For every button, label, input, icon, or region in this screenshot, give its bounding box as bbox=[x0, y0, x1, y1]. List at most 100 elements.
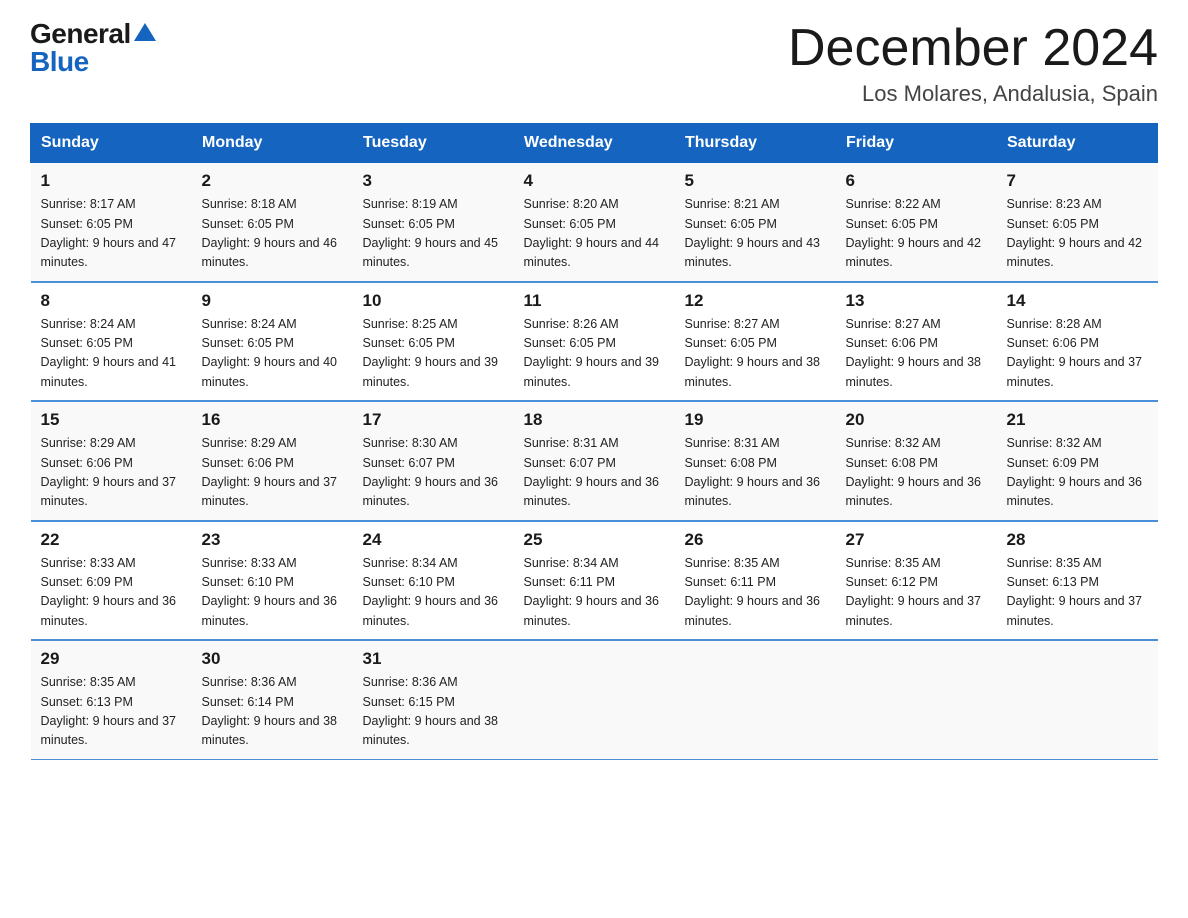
table-row: 23 Sunrise: 8:33 AM Sunset: 6:10 PM Dayl… bbox=[192, 521, 353, 641]
page-header: General Blue December 2024 Los Molares, … bbox=[30, 20, 1158, 107]
calendar-week-row: 1 Sunrise: 8:17 AM Sunset: 6:05 PM Dayli… bbox=[31, 163, 1158, 282]
day-info: Sunrise: 8:18 AM Sunset: 6:05 PM Dayligh… bbox=[202, 195, 343, 273]
day-number: 5 bbox=[685, 171, 826, 191]
table-row: 5 Sunrise: 8:21 AM Sunset: 6:05 PM Dayli… bbox=[675, 163, 836, 282]
table-row: 7 Sunrise: 8:23 AM Sunset: 6:05 PM Dayli… bbox=[997, 163, 1158, 282]
day-info: Sunrise: 8:30 AM Sunset: 6:07 PM Dayligh… bbox=[363, 434, 504, 512]
table-row: 10 Sunrise: 8:25 AM Sunset: 6:05 PM Dayl… bbox=[353, 282, 514, 402]
table-row: 18 Sunrise: 8:31 AM Sunset: 6:07 PM Dayl… bbox=[514, 401, 675, 521]
table-row: 19 Sunrise: 8:31 AM Sunset: 6:08 PM Dayl… bbox=[675, 401, 836, 521]
day-info: Sunrise: 8:31 AM Sunset: 6:08 PM Dayligh… bbox=[685, 434, 826, 512]
header-tuesday: Tuesday bbox=[353, 124, 514, 163]
title-block: December 2024 Los Molares, Andalusia, Sp… bbox=[788, 20, 1158, 107]
day-number: 22 bbox=[41, 530, 182, 550]
table-row bbox=[675, 640, 836, 759]
day-number: 4 bbox=[524, 171, 665, 191]
table-row: 16 Sunrise: 8:29 AM Sunset: 6:06 PM Dayl… bbox=[192, 401, 353, 521]
day-number: 1 bbox=[41, 171, 182, 191]
header-monday: Monday bbox=[192, 124, 353, 163]
day-info: Sunrise: 8:29 AM Sunset: 6:06 PM Dayligh… bbox=[41, 434, 182, 512]
table-row: 29 Sunrise: 8:35 AM Sunset: 6:13 PM Dayl… bbox=[31, 640, 192, 759]
day-number: 19 bbox=[685, 410, 826, 430]
day-info: Sunrise: 8:33 AM Sunset: 6:10 PM Dayligh… bbox=[202, 554, 343, 632]
location-title: Los Molares, Andalusia, Spain bbox=[788, 81, 1158, 107]
table-row bbox=[514, 640, 675, 759]
day-number: 14 bbox=[1007, 291, 1148, 311]
table-row: 9 Sunrise: 8:24 AM Sunset: 6:05 PM Dayli… bbox=[192, 282, 353, 402]
table-row: 12 Sunrise: 8:27 AM Sunset: 6:05 PM Dayl… bbox=[675, 282, 836, 402]
day-info: Sunrise: 8:24 AM Sunset: 6:05 PM Dayligh… bbox=[41, 315, 182, 393]
table-row: 20 Sunrise: 8:32 AM Sunset: 6:08 PM Dayl… bbox=[836, 401, 997, 521]
day-number: 2 bbox=[202, 171, 343, 191]
day-info: Sunrise: 8:27 AM Sunset: 6:06 PM Dayligh… bbox=[846, 315, 987, 393]
header-friday: Friday bbox=[836, 124, 997, 163]
day-number: 21 bbox=[1007, 410, 1148, 430]
calendar-header: Sunday Monday Tuesday Wednesday Thursday… bbox=[31, 124, 1158, 163]
table-row: 2 Sunrise: 8:18 AM Sunset: 6:05 PM Dayli… bbox=[192, 163, 353, 282]
logo-blue-text: Blue bbox=[30, 46, 89, 77]
day-number: 8 bbox=[41, 291, 182, 311]
day-info: Sunrise: 8:26 AM Sunset: 6:05 PM Dayligh… bbox=[524, 315, 665, 393]
day-info: Sunrise: 8:33 AM Sunset: 6:09 PM Dayligh… bbox=[41, 554, 182, 632]
day-info: Sunrise: 8:24 AM Sunset: 6:05 PM Dayligh… bbox=[202, 315, 343, 393]
day-number: 30 bbox=[202, 649, 343, 669]
day-info: Sunrise: 8:17 AM Sunset: 6:05 PM Dayligh… bbox=[41, 195, 182, 273]
day-number: 27 bbox=[846, 530, 987, 550]
header-wednesday: Wednesday bbox=[514, 124, 675, 163]
day-number: 15 bbox=[41, 410, 182, 430]
day-info: Sunrise: 8:22 AM Sunset: 6:05 PM Dayligh… bbox=[846, 195, 987, 273]
day-number: 12 bbox=[685, 291, 826, 311]
day-number: 20 bbox=[846, 410, 987, 430]
table-row: 6 Sunrise: 8:22 AM Sunset: 6:05 PM Dayli… bbox=[836, 163, 997, 282]
day-number: 28 bbox=[1007, 530, 1148, 550]
table-row: 22 Sunrise: 8:33 AM Sunset: 6:09 PM Dayl… bbox=[31, 521, 192, 641]
calendar-week-row: 22 Sunrise: 8:33 AM Sunset: 6:09 PM Dayl… bbox=[31, 521, 1158, 641]
day-number: 25 bbox=[524, 530, 665, 550]
day-info: Sunrise: 8:32 AM Sunset: 6:09 PM Dayligh… bbox=[1007, 434, 1148, 512]
calendar-body: 1 Sunrise: 8:17 AM Sunset: 6:05 PM Dayli… bbox=[31, 163, 1158, 760]
calendar-week-row: 8 Sunrise: 8:24 AM Sunset: 6:05 PM Dayli… bbox=[31, 282, 1158, 402]
day-number: 6 bbox=[846, 171, 987, 191]
table-row: 13 Sunrise: 8:27 AM Sunset: 6:06 PM Dayl… bbox=[836, 282, 997, 402]
table-row: 26 Sunrise: 8:35 AM Sunset: 6:11 PM Dayl… bbox=[675, 521, 836, 641]
month-title: December 2024 bbox=[788, 20, 1158, 77]
day-info: Sunrise: 8:36 AM Sunset: 6:14 PM Dayligh… bbox=[202, 673, 343, 751]
weekday-header-row: Sunday Monday Tuesday Wednesday Thursday… bbox=[31, 124, 1158, 163]
day-info: Sunrise: 8:34 AM Sunset: 6:11 PM Dayligh… bbox=[524, 554, 665, 632]
day-number: 31 bbox=[363, 649, 504, 669]
table-row: 17 Sunrise: 8:30 AM Sunset: 6:07 PM Dayl… bbox=[353, 401, 514, 521]
table-row: 11 Sunrise: 8:26 AM Sunset: 6:05 PM Dayl… bbox=[514, 282, 675, 402]
day-info: Sunrise: 8:28 AM Sunset: 6:06 PM Dayligh… bbox=[1007, 315, 1148, 393]
table-row: 14 Sunrise: 8:28 AM Sunset: 6:06 PM Dayl… bbox=[997, 282, 1158, 402]
table-row: 24 Sunrise: 8:34 AM Sunset: 6:10 PM Dayl… bbox=[353, 521, 514, 641]
table-row: 31 Sunrise: 8:36 AM Sunset: 6:15 PM Dayl… bbox=[353, 640, 514, 759]
table-row: 15 Sunrise: 8:29 AM Sunset: 6:06 PM Dayl… bbox=[31, 401, 192, 521]
day-info: Sunrise: 8:27 AM Sunset: 6:05 PM Dayligh… bbox=[685, 315, 826, 393]
day-info: Sunrise: 8:29 AM Sunset: 6:06 PM Dayligh… bbox=[202, 434, 343, 512]
day-info: Sunrise: 8:35 AM Sunset: 6:13 PM Dayligh… bbox=[41, 673, 182, 751]
day-number: 18 bbox=[524, 410, 665, 430]
calendar-table: Sunday Monday Tuesday Wednesday Thursday… bbox=[30, 123, 1158, 760]
table-row: 8 Sunrise: 8:24 AM Sunset: 6:05 PM Dayli… bbox=[31, 282, 192, 402]
table-row: 27 Sunrise: 8:35 AM Sunset: 6:12 PM Dayl… bbox=[836, 521, 997, 641]
table-row bbox=[997, 640, 1158, 759]
day-info: Sunrise: 8:35 AM Sunset: 6:13 PM Dayligh… bbox=[1007, 554, 1148, 632]
day-info: Sunrise: 8:32 AM Sunset: 6:08 PM Dayligh… bbox=[846, 434, 987, 512]
day-info: Sunrise: 8:21 AM Sunset: 6:05 PM Dayligh… bbox=[685, 195, 826, 273]
day-number: 10 bbox=[363, 291, 504, 311]
day-number: 9 bbox=[202, 291, 343, 311]
day-number: 16 bbox=[202, 410, 343, 430]
day-info: Sunrise: 8:25 AM Sunset: 6:05 PM Dayligh… bbox=[363, 315, 504, 393]
day-number: 29 bbox=[41, 649, 182, 669]
logo: General Blue bbox=[30, 20, 156, 76]
day-number: 11 bbox=[524, 291, 665, 311]
calendar-week-row: 15 Sunrise: 8:29 AM Sunset: 6:06 PM Dayl… bbox=[31, 401, 1158, 521]
day-info: Sunrise: 8:35 AM Sunset: 6:12 PM Dayligh… bbox=[846, 554, 987, 632]
day-number: 24 bbox=[363, 530, 504, 550]
table-row bbox=[836, 640, 997, 759]
day-number: 26 bbox=[685, 530, 826, 550]
day-number: 7 bbox=[1007, 171, 1148, 191]
header-thursday: Thursday bbox=[675, 124, 836, 163]
table-row: 4 Sunrise: 8:20 AM Sunset: 6:05 PM Dayli… bbox=[514, 163, 675, 282]
table-row: 21 Sunrise: 8:32 AM Sunset: 6:09 PM Dayl… bbox=[997, 401, 1158, 521]
